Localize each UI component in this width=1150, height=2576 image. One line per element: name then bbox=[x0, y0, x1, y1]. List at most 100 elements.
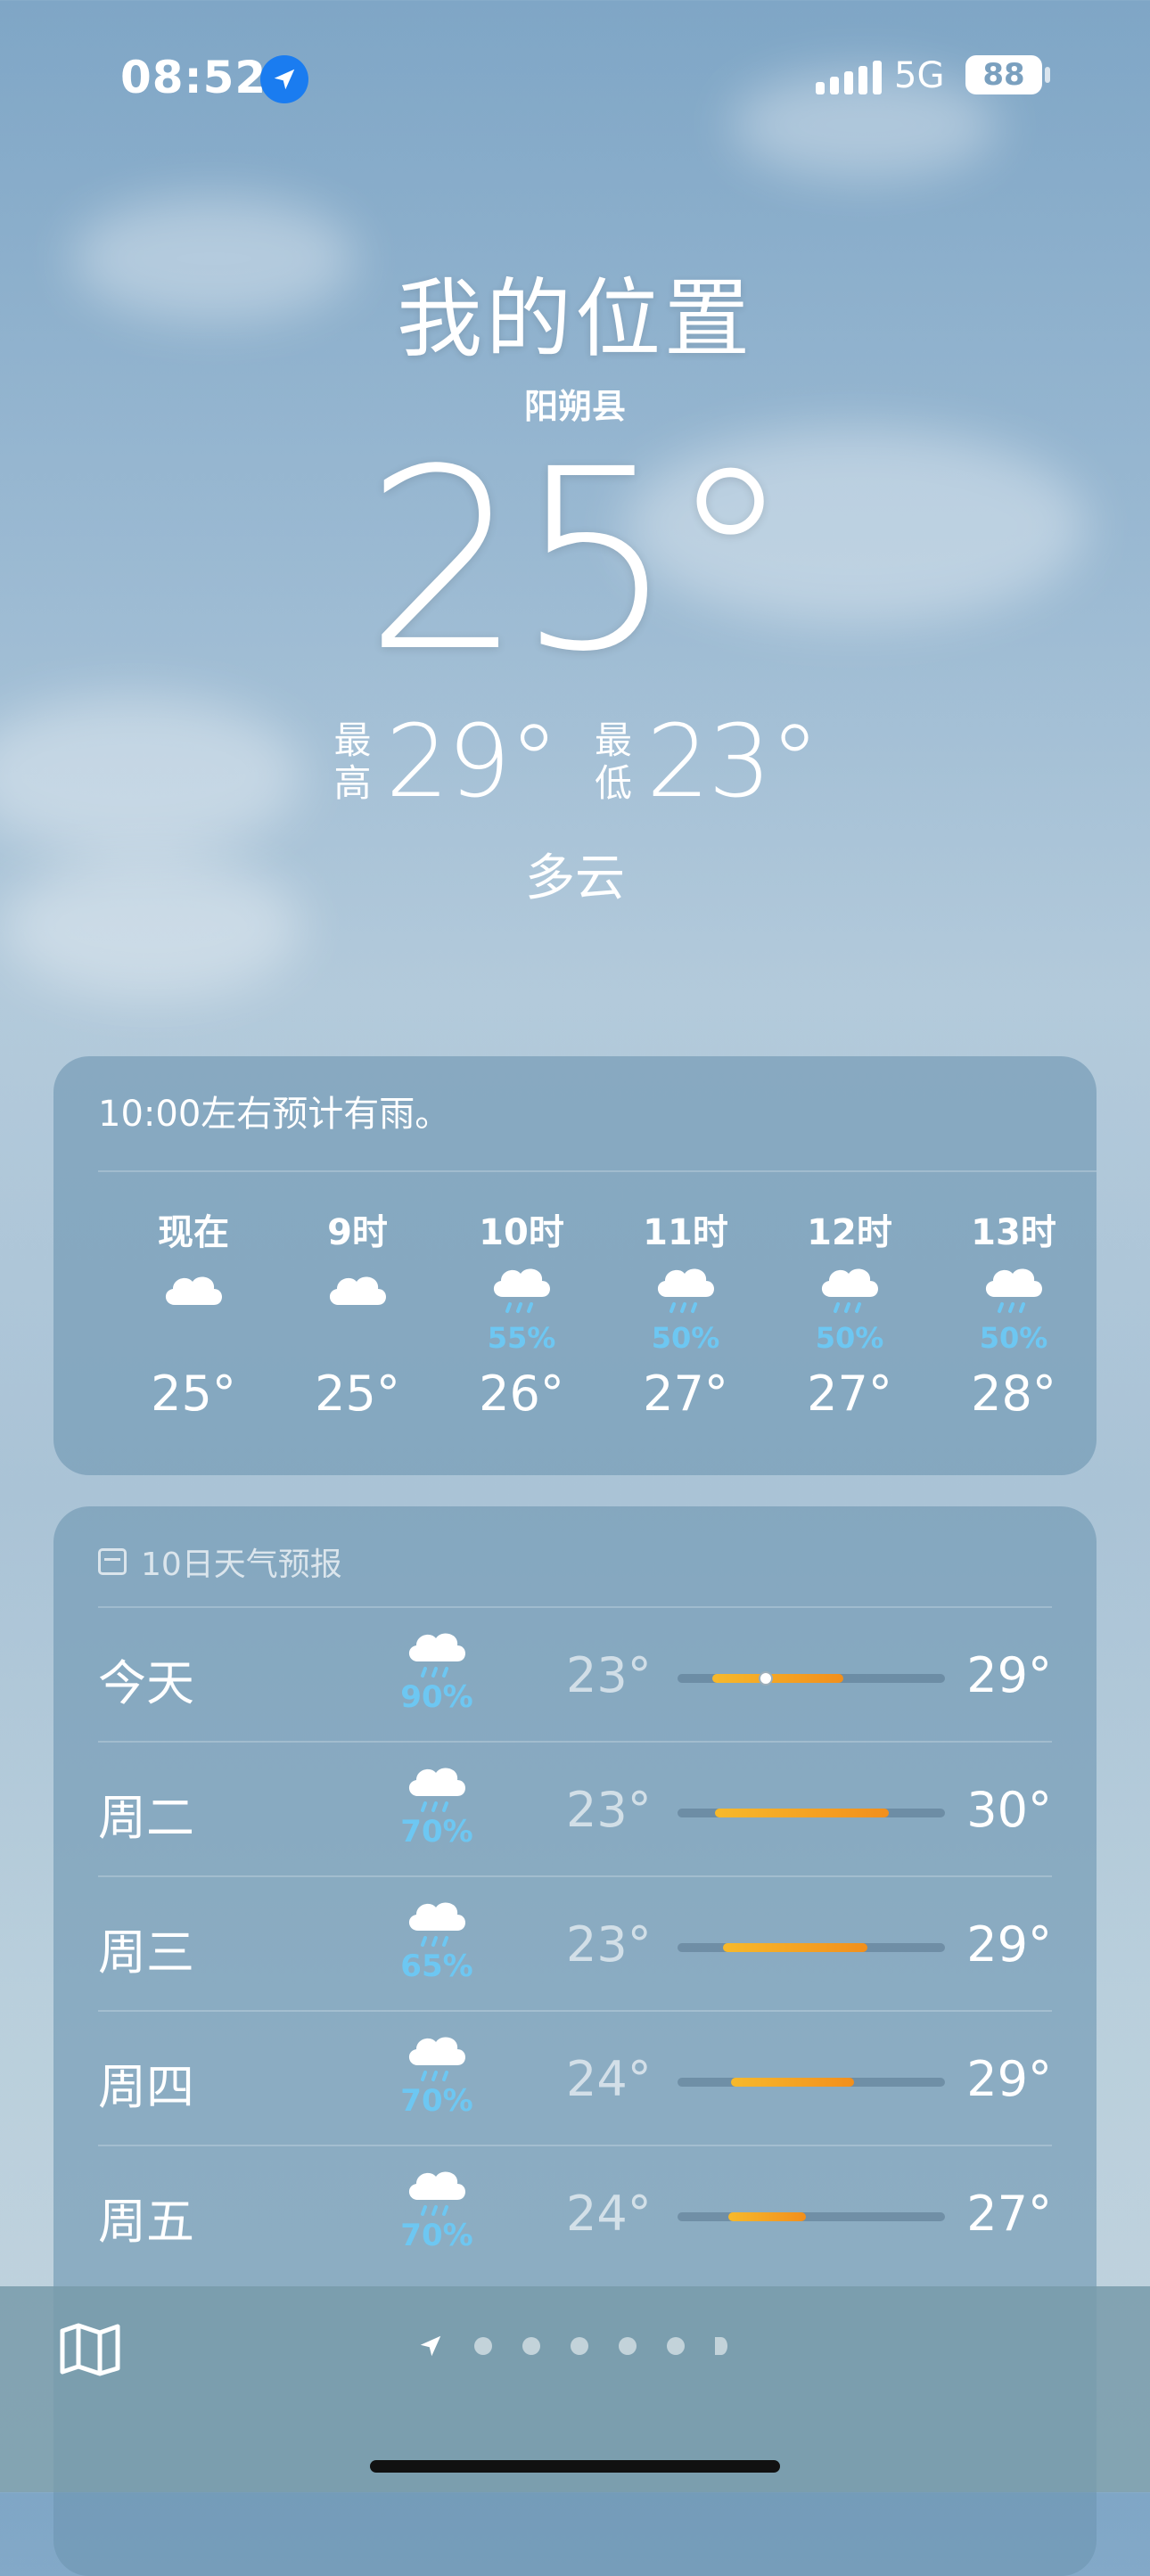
bottom-toolbar bbox=[0, 2286, 1150, 2492]
hourly-item: 9时 25° bbox=[275, 1203, 439, 1422]
temperature-range-bar bbox=[678, 2078, 945, 2087]
weather-condition: 多云 bbox=[525, 849, 625, 907]
hour-label: 1 bbox=[1096, 1203, 1097, 1257]
day-label: 周四 bbox=[98, 2059, 194, 2115]
hourly-item: 1 4 2 bbox=[1096, 1203, 1097, 1422]
home-indicator[interactable] bbox=[370, 2460, 780, 2473]
hour-label: 12时 bbox=[807, 1212, 892, 1253]
page-dot[interactable] bbox=[571, 2337, 588, 2355]
high-temperature: 29° bbox=[966, 2051, 1052, 2107]
rain-probability bbox=[275, 1321, 439, 1358]
rain-probability: 50% bbox=[651, 1321, 720, 1355]
rain-probability bbox=[111, 1321, 275, 1358]
day-label: 周三 bbox=[98, 1924, 194, 1981]
page-dot[interactable] bbox=[474, 2337, 492, 2355]
location-title: 我的位置 bbox=[397, 269, 753, 369]
hour-temperature: 2 bbox=[1096, 1366, 1097, 1422]
daily-row[interactable]: 周二 70% 23° 30° bbox=[98, 1741, 1052, 1876]
low-temperature: 23° bbox=[566, 1916, 652, 1973]
cloud-rain-icon bbox=[932, 1257, 1096, 1321]
high-temperature: 29° bbox=[385, 704, 559, 820]
low-temperature: 23° bbox=[566, 1782, 652, 1838]
daily-row[interactable]: 今天 90% 23° 29° bbox=[98, 1606, 1052, 1742]
daily-header: 10日天气预报 bbox=[98, 1538, 342, 1585]
day-label: 周五 bbox=[98, 2194, 194, 2250]
hour-temperature: 27° bbox=[807, 1366, 892, 1422]
low-temperature: 24° bbox=[566, 2186, 652, 2242]
hourly-item: 11时 50% 27° bbox=[604, 1203, 768, 1422]
temperature-range-bar bbox=[678, 1943, 945, 1952]
cloud-rain-icon bbox=[604, 1257, 768, 1321]
hour-temperature: 25° bbox=[315, 1366, 400, 1422]
page-indicator[interactable] bbox=[417, 2333, 727, 2359]
location-arrow-icon bbox=[260, 55, 308, 103]
temperature-range-bar bbox=[678, 1809, 945, 1817]
hourly-item: 13时 50% 28° bbox=[932, 1203, 1096, 1422]
hourly-item: 现在 25° bbox=[111, 1203, 275, 1422]
hour-label: 10时 bbox=[479, 1212, 564, 1253]
map-icon[interactable] bbox=[59, 2322, 121, 2381]
cloud-rain-icon: 70% bbox=[392, 1760, 481, 1850]
cloud-icon bbox=[111, 1257, 275, 1321]
location-arrow-icon bbox=[420, 2335, 441, 2357]
cloud-rain-icon bbox=[768, 1257, 932, 1321]
page-dot[interactable] bbox=[522, 2337, 540, 2355]
temperature-range-fill bbox=[723, 1943, 867, 1952]
low-temperature: 23° bbox=[646, 704, 820, 820]
temperature-range-fill bbox=[715, 1809, 889, 1817]
temperature-range-fill bbox=[728, 2212, 806, 2221]
cloud-rain-icon: 65% bbox=[392, 1895, 481, 1984]
divider bbox=[98, 1170, 1097, 1172]
status-time: 08:52 bbox=[120, 52, 267, 103]
cloud-rain-icon: 90% bbox=[392, 1626, 481, 1715]
high-temperature: 29° bbox=[966, 1647, 1052, 1703]
cloud-rain-icon bbox=[1096, 1257, 1097, 1321]
cloud-icon bbox=[275, 1257, 439, 1321]
calendar-icon bbox=[98, 1548, 127, 1575]
rain-probability: 90% bbox=[400, 1679, 473, 1715]
hour-temperature: 28° bbox=[971, 1366, 1056, 1422]
battery-icon: 88 bbox=[965, 55, 1042, 94]
high-temperature: 29° bbox=[966, 1916, 1052, 1973]
low-label: 最低 bbox=[594, 718, 632, 805]
high-temperature: 30° bbox=[966, 1782, 1052, 1838]
current-temperature: 25° bbox=[364, 416, 793, 707]
rain-probability: 70% bbox=[400, 2083, 473, 2119]
page-dot[interactable] bbox=[667, 2337, 685, 2355]
hourly-list[interactable]: 现在 25° 9时 25° 10时 55% 26° 11时 50% 27° 12时 50% 27° 13时… bbox=[53, 1203, 1097, 1422]
rain-probability: 55% bbox=[487, 1321, 556, 1355]
hour-temperature: 25° bbox=[151, 1366, 236, 1422]
hour-label: 11时 bbox=[643, 1212, 728, 1253]
high-low: 最高 29° 最低 23° bbox=[0, 704, 1150, 820]
hourly-item: 12时 50% 27° bbox=[768, 1203, 932, 1422]
day-label: 周二 bbox=[98, 1790, 194, 1846]
temperature-range-fill bbox=[712, 1674, 843, 1683]
rain-probability: 50% bbox=[815, 1321, 884, 1355]
current-temp-dot bbox=[759, 1671, 773, 1686]
weather-header: 我的位置 阳朔县 25° 最高 29° 最低 23° 多云 bbox=[0, 250, 1150, 910]
hour-temperature: 26° bbox=[479, 1366, 564, 1422]
high-label: 最高 bbox=[333, 718, 372, 805]
cloud-rain-icon bbox=[439, 1257, 604, 1321]
low-temperature: 23° bbox=[566, 1647, 652, 1703]
hour-label: 9时 bbox=[327, 1212, 388, 1253]
network-label: 5G bbox=[894, 55, 945, 96]
hourly-forecast-card[interactable]: 10:00左右预计有雨。 现在 25° 9时 25° 10时 55% 26° 11时 50% 27… bbox=[53, 1056, 1097, 1475]
battery-tip bbox=[1045, 67, 1050, 83]
cloud-rain-icon: 70% bbox=[392, 2164, 481, 2253]
rain-probability: 70% bbox=[400, 2218, 473, 2253]
page-dot[interactable] bbox=[619, 2337, 637, 2355]
daily-header-label: 10日天气预报 bbox=[141, 1546, 342, 1583]
daily-row[interactable]: 周四 70% 24° 29° bbox=[98, 2010, 1052, 2145]
temperature-range-bar bbox=[678, 1671, 945, 1686]
day-label: 今天 bbox=[98, 1655, 194, 1711]
daily-row[interactable]: 周五 70% 24° 27° bbox=[98, 2145, 1052, 2280]
temperature-range-fill bbox=[731, 2078, 854, 2087]
status-bar: 08:52 5G 88 bbox=[0, 36, 1150, 116]
page-dot[interactable] bbox=[715, 2337, 727, 2355]
rain-probability: 70% bbox=[400, 1814, 473, 1850]
daily-row[interactable]: 周三 65% 23° 29° bbox=[98, 1875, 1052, 2011]
cloud-rain-icon: 70% bbox=[392, 2030, 481, 2119]
temperature-range-bar bbox=[678, 2212, 945, 2221]
rain-probability: 65% bbox=[400, 1948, 473, 1984]
